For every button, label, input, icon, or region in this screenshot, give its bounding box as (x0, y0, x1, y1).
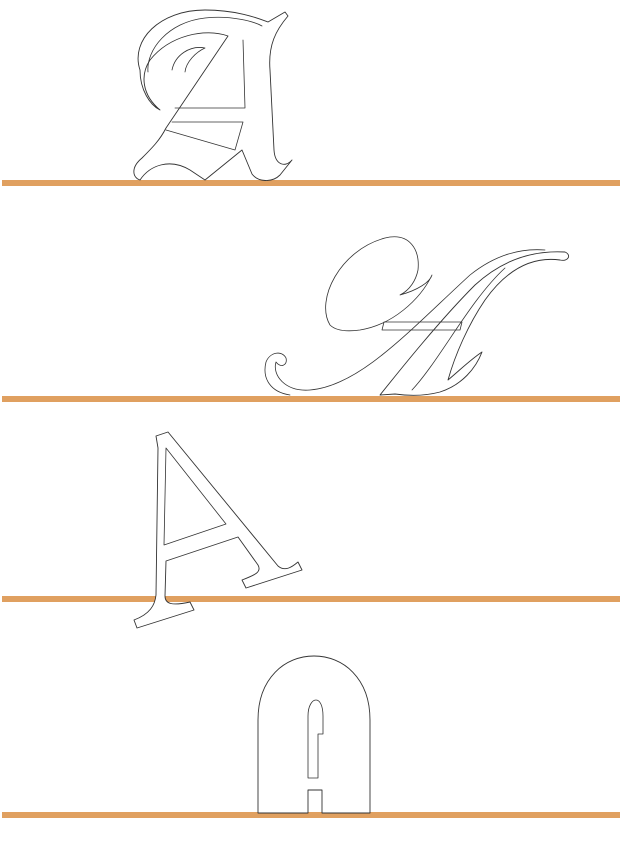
baseline-2 (2, 396, 620, 402)
baseline-4 (2, 812, 620, 818)
baseline-1 (2, 180, 620, 186)
row-4-rounded-display-a (2, 655, 620, 818)
row-2-script-a (2, 236, 620, 402)
glyph-specimen-canvas (2, 9, 620, 818)
rounded-display-a-glyph (257, 655, 371, 814)
baseline-3 (2, 596, 620, 602)
script-a-glyph (264, 236, 570, 396)
row-3-italic-serif-a (2, 431, 620, 629)
blackletter-a-glyph (133, 9, 293, 181)
row-1-blackletter-a (2, 9, 620, 186)
